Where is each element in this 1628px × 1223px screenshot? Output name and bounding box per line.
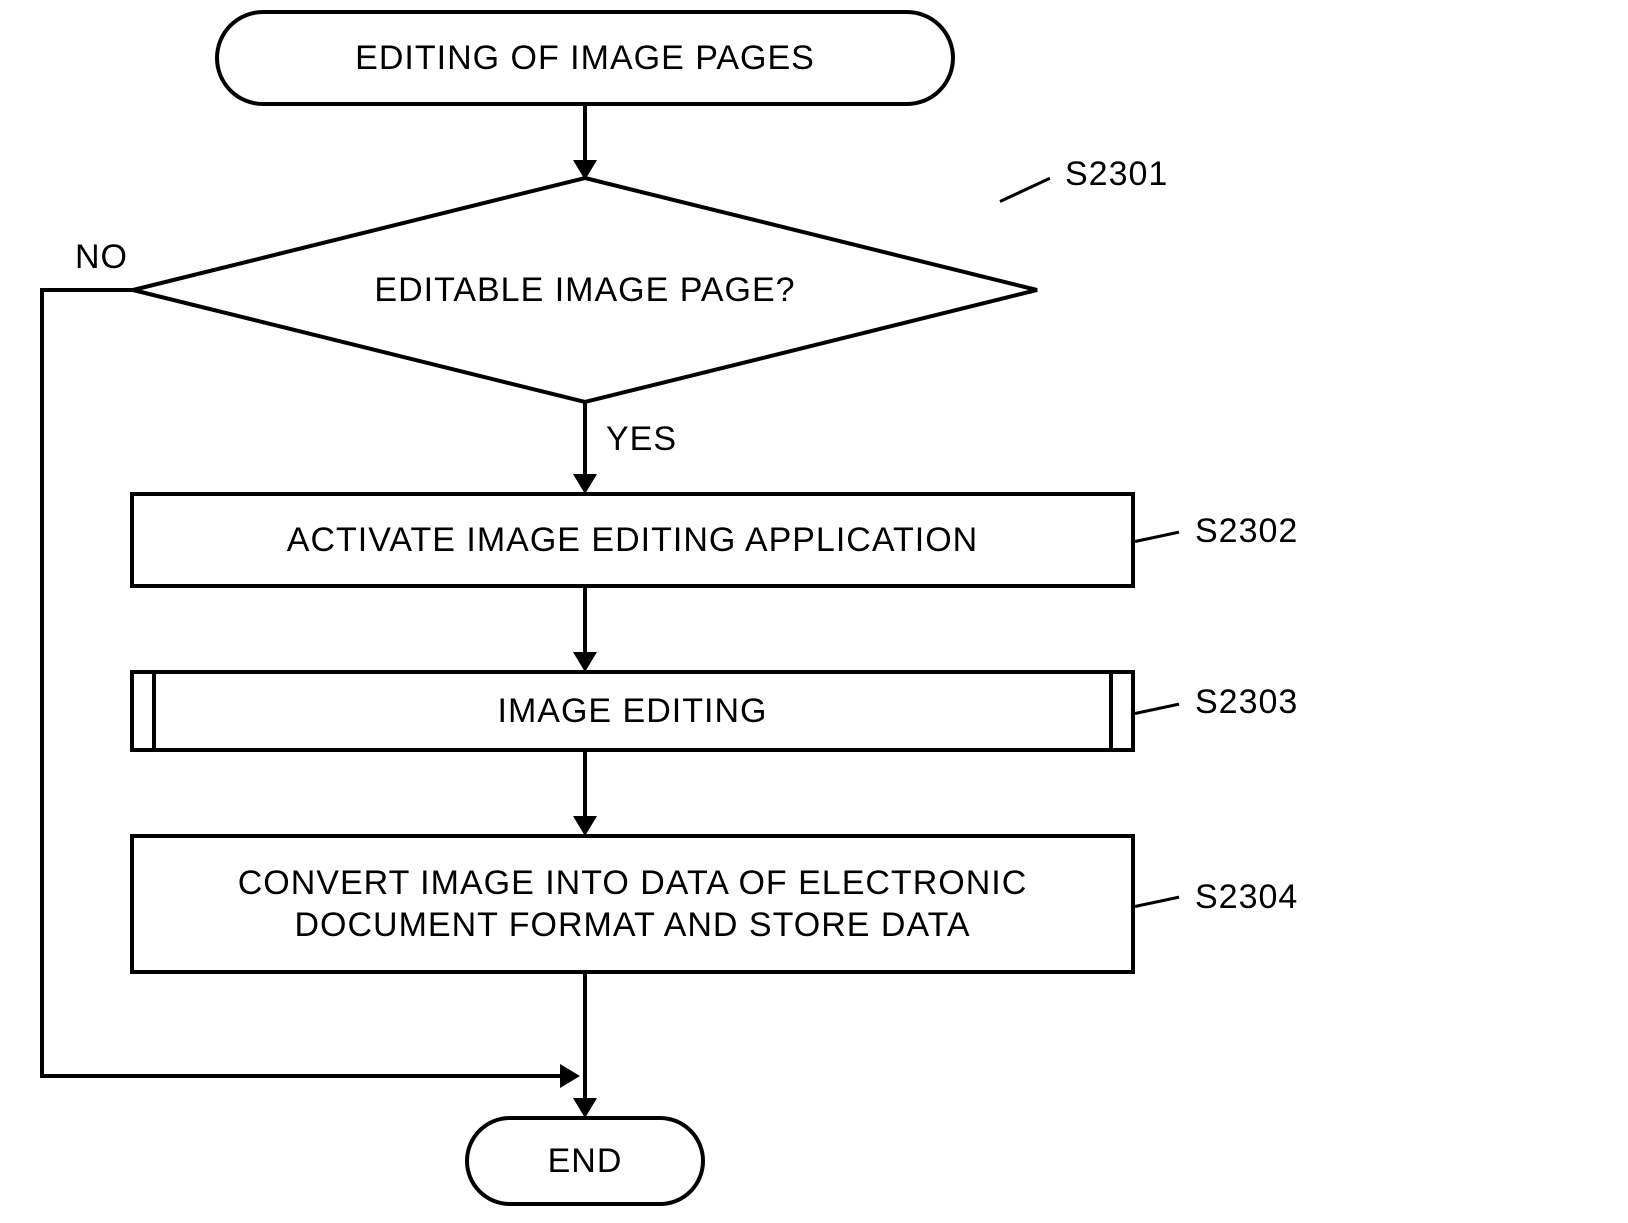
ref-leader: [1135, 896, 1180, 908]
end-terminator: END: [465, 1116, 705, 1206]
decision-text: EDITABLE IMAGE PAGE?: [374, 271, 795, 310]
connector: [583, 974, 587, 1104]
arrowhead-down-icon: [573, 474, 597, 494]
step-ref: S2302: [1195, 512, 1298, 551]
flowchart-canvas: EDITING OF IMAGE PAGES EDITABLE IMAGE PA…: [0, 0, 1628, 1223]
arrowhead-down-icon: [573, 652, 597, 672]
step-ref: S2301: [1065, 155, 1168, 194]
end-label: END: [548, 1142, 623, 1181]
connector: [40, 288, 44, 1078]
subprocess-text: IMAGE EDITING: [498, 692, 768, 731]
process-text: ACTIVATE IMAGE EDITING APPLICATION: [287, 521, 978, 560]
connector: [583, 588, 587, 658]
connector: [40, 288, 135, 292]
branch-yes-label: YES: [606, 420, 677, 459]
process-step: CONVERT IMAGE INTO DATA OF ELECTRONIC DO…: [130, 834, 1135, 974]
connector: [40, 1074, 565, 1078]
subprocess-step: IMAGE EDITING: [130, 670, 1135, 752]
connector: [583, 752, 587, 822]
ref-leader: [1135, 531, 1180, 543]
start-label: EDITING OF IMAGE PAGES: [355, 39, 815, 78]
start-terminator: EDITING OF IMAGE PAGES: [215, 10, 955, 106]
branch-no-label: NO: [75, 238, 128, 277]
connector: [583, 402, 587, 480]
arrowhead-right-icon: [560, 1064, 580, 1088]
ref-leader: [1135, 703, 1180, 715]
step-ref: S2303: [1195, 683, 1298, 722]
decision-node: EDITABLE IMAGE PAGE?: [130, 175, 1040, 405]
process-text: CONVERT IMAGE INTO DATA OF ELECTRONIC DO…: [174, 862, 1091, 947]
step-ref: S2304: [1195, 878, 1298, 917]
process-step: ACTIVATE IMAGE EDITING APPLICATION: [130, 492, 1135, 588]
connector: [583, 106, 587, 166]
arrowhead-down-icon: [573, 816, 597, 836]
arrowhead-down-icon: [573, 1098, 597, 1118]
